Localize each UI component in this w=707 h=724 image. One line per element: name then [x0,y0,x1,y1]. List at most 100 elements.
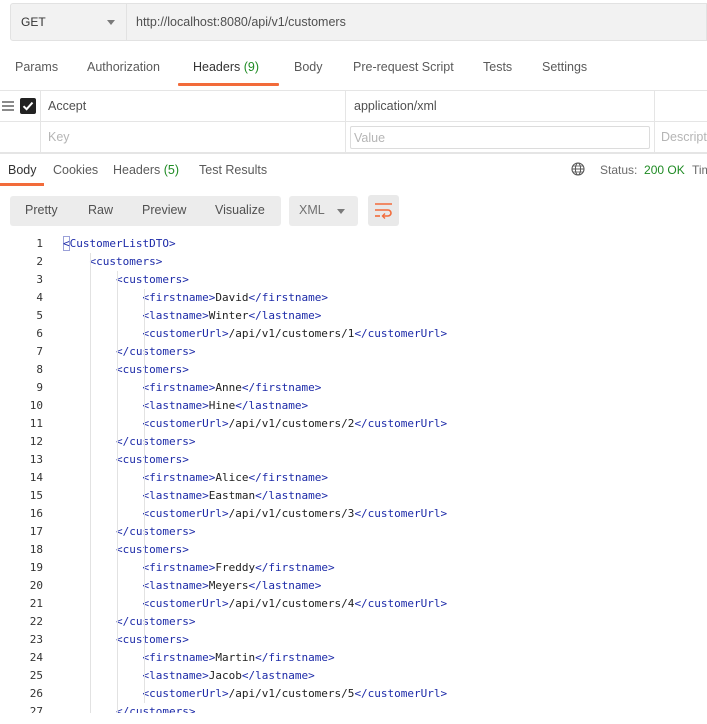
line-number: 17 [29,525,43,538]
description-input[interactable]: Description [661,130,707,144]
word-wrap-button[interactable] [368,195,399,226]
tab-label: Settings [542,60,588,74]
code-text: <customers> [116,633,189,646]
line-number: 20 [29,579,43,592]
globe-icon[interactable] [571,162,585,176]
line-number: 26 [29,687,43,700]
tab-body[interactable]: Body [294,60,323,74]
code-text: <customerUrl>/api/v1/customers/4</custom… [142,597,448,610]
tab-settings[interactable]: Settings [542,60,587,74]
pretty-button[interactable]: Pretty [25,203,58,217]
tab-label: Tests [483,60,513,74]
code-line: 25 <lastname>Jacob</lastname> [0,667,707,685]
tab-response-headers[interactable]: Headers (5) [113,163,179,177]
code-text: <firstname>Freddy</firstname> [142,561,335,574]
code-line: 16 <customerUrl>/api/v1/customers/3</cust… [0,505,707,523]
word-wrap-icon [375,203,392,219]
tab-test-results[interactable]: Test Results [199,163,267,177]
header-row: Accept application/xml [0,91,707,122]
request-bar: GET http://localhost:8080/api/v1/custome… [10,3,707,41]
visualize-button[interactable]: Visualize [215,203,265,217]
code-text: <customerUrl>/api/v1/customers/1</custom… [142,327,448,340]
tab-params[interactable]: Params [15,60,58,74]
request-tabs: Params Authorization Headers (9) Body Pr… [0,52,707,86]
value-input[interactable]: Value [350,126,650,149]
tab-label: Test Results [199,163,268,177]
tab-label: Headers [193,60,241,74]
code-line: 17 </customers> [0,523,707,541]
line-number: 9 [36,381,43,394]
header-enabled-checkbox[interactable] [20,98,36,114]
code-line: 2 <customers> [0,253,707,271]
tab-cookies[interactable]: Cookies [53,163,98,177]
line-number: 21 [29,597,43,610]
tab-pre-request-script[interactable]: Pre-request Script [353,60,454,74]
active-tab-indicator [0,183,44,186]
tab-label: Authorization [87,60,160,74]
code-line: 8 <customers> [0,361,707,379]
line-number: 19 [29,561,43,574]
format-select[interactable]: XML [289,196,358,226]
tab-tests[interactable]: Tests [483,60,512,74]
code-text: <lastname>Hine</lastname> [142,399,309,412]
code-text: <customers> [89,255,163,268]
view-mode-group: Pretty Raw Preview Visualize [10,196,281,226]
code-text: <firstname>Alice</firstname> [142,471,328,484]
code-line: 1 <CustomerListDTO> [0,235,707,253]
code-text: <customerUrl>/api/v1/customers/5</custom… [142,687,448,700]
line-number: 10 [29,399,43,412]
line-number: 12 [29,435,43,448]
tab-label: Cookies [53,163,99,177]
code-line: 22 </customers> [0,613,707,631]
code-text: </customers> [116,615,196,628]
code-line: 14 <firstname>Alice</firstname> [0,469,707,487]
code-text: <lastname>Winter</lastname> [142,309,322,322]
tab-label: Body [294,60,323,74]
code-line: 5 <lastname>Winter</lastname> [0,307,707,325]
line-number: 14 [29,471,43,484]
time-label: Time [692,163,707,177]
code-text: <customers> [116,453,189,466]
tab-authorization[interactable]: Authorization [87,60,160,74]
tab-count-badge: (5) [163,163,180,177]
code-text: <customers> [116,543,189,556]
code-line: 18 <customers> [0,541,707,559]
drag-handle-icon[interactable] [2,101,14,111]
code-text: <customers> [116,363,189,376]
code-text: <firstname>David</firstname> [142,291,328,304]
code-text: </customers> [116,345,196,358]
code-line: 7 </customers> [0,343,707,361]
status-value[interactable]: 200 OK [644,163,685,177]
code-line: 4 <firstname>David</firstname> [0,289,707,307]
header-value[interactable]: application/xml [354,99,437,113]
tab-response-body[interactable]: Body [8,163,37,177]
indent-guide [144,289,145,703]
key-input[interactable]: Key [48,130,70,144]
code-text: <customers> [116,273,189,286]
line-number: 18 [29,543,43,556]
response-body-editor[interactable]: 1 <CustomerListDTO> 2 <customers> 3 <customer… [0,235,707,713]
code-text: <lastname>Meyers</lastname> [142,579,322,592]
method-select[interactable]: GET [11,4,127,40]
preview-button[interactable]: Preview [142,203,186,217]
line-number: 11 [29,417,43,430]
code-text: <lastname>Eastman</lastname> [142,489,328,502]
line-number: 2 [36,255,43,268]
indent-guide [117,271,118,713]
format-label: XML [299,203,325,217]
line-number: 4 [36,291,43,304]
code-text: </customers> [116,525,196,538]
tab-headers[interactable]: Headers (9) [193,60,259,74]
line-number: 16 [29,507,43,520]
url-input[interactable]: http://localhost:8080/api/v1/customers [127,15,346,29]
code-text: <CustomerListDTO> [63,237,176,250]
code-line: 12 </customers> [0,433,707,451]
code-line: 15 <lastname>Eastman</lastname> [0,487,707,505]
code-line: 6 <customerUrl>/api/v1/customers/1</custo… [0,325,707,343]
code-line: 19 <firstname>Freddy</firstname> [0,559,707,577]
header-key[interactable]: Accept [48,99,86,113]
tab-count-badge: (9) [243,60,260,74]
new-header-row: Key Value Description [0,122,707,153]
tab-label: Headers [113,163,161,177]
raw-button[interactable]: Raw [88,203,113,217]
